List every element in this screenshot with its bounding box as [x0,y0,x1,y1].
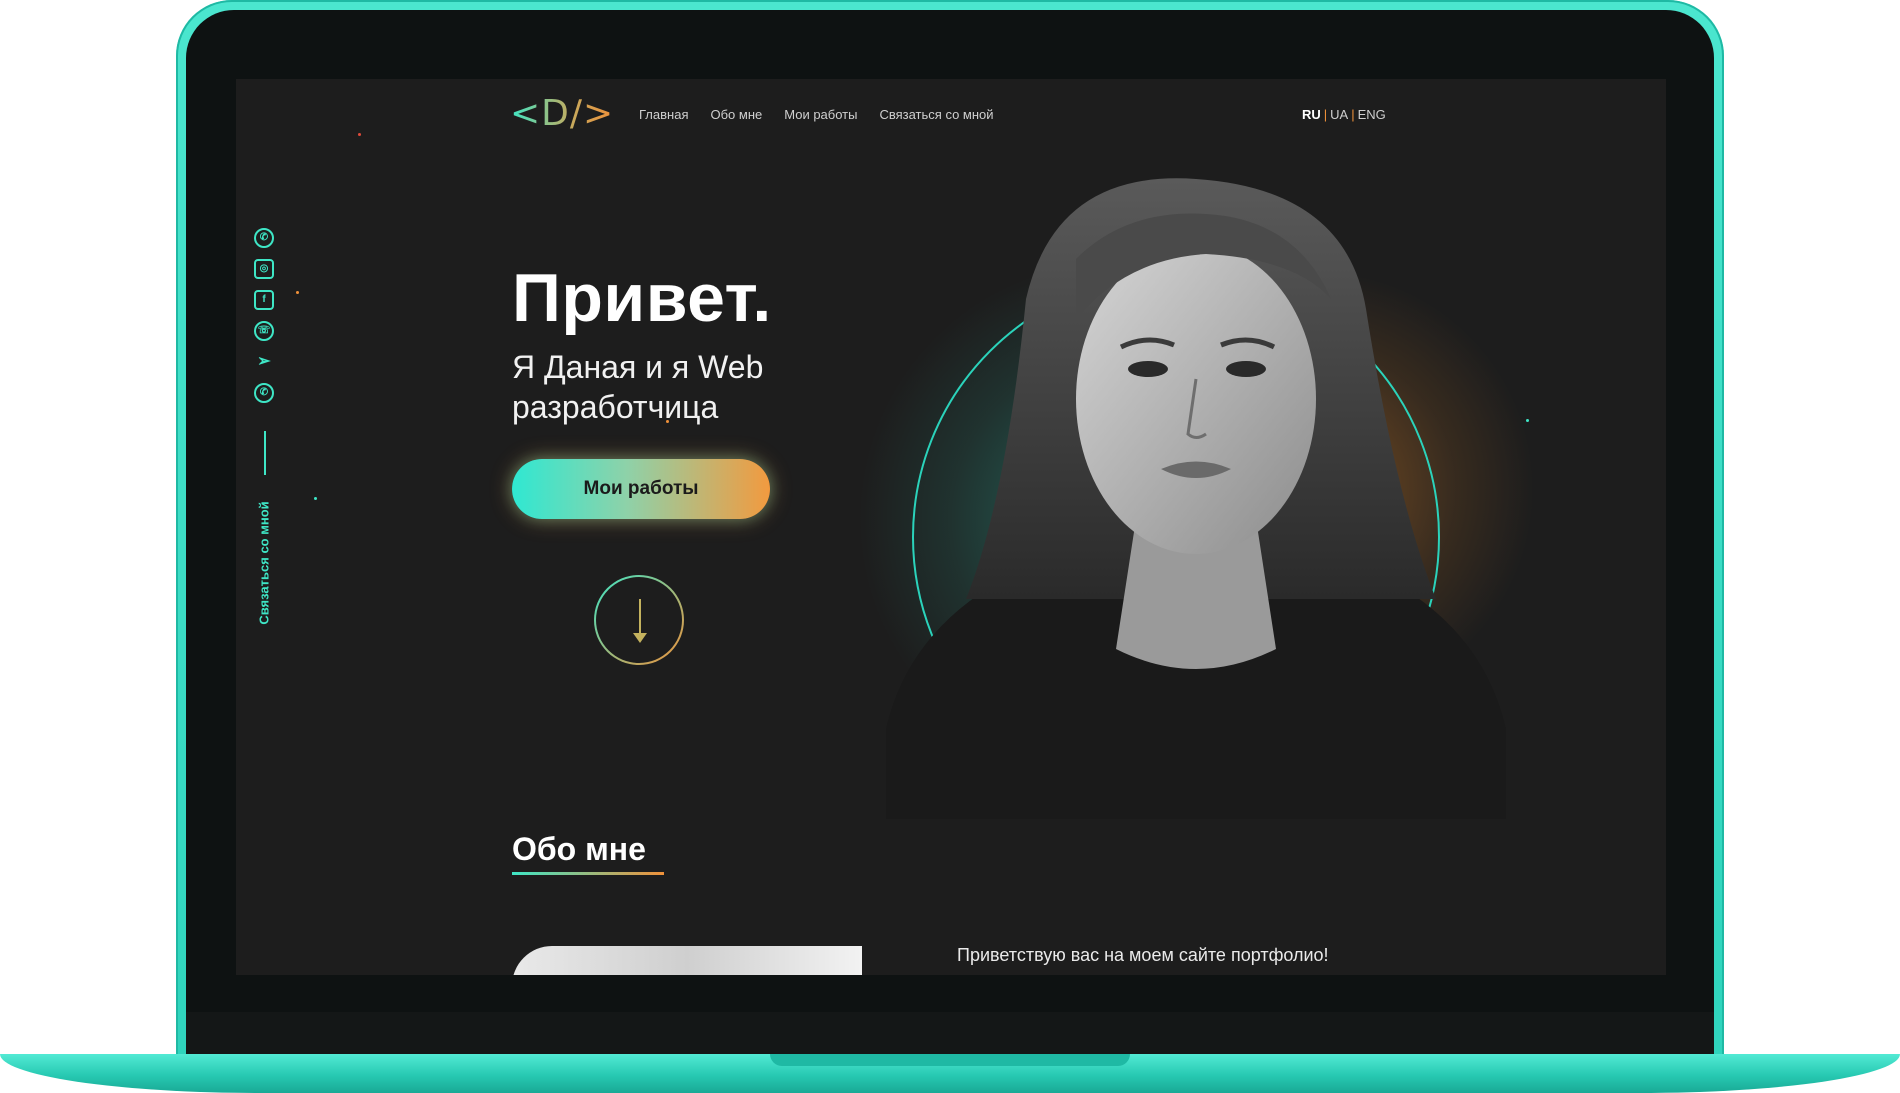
main-nav: Главная Обо мне Мои работы Связаться со … [639,107,994,122]
language-switcher: RU | UA | ENG [1302,107,1386,122]
scroll-down-button[interactable] [594,575,684,665]
portrait-photo [886,178,1506,819]
nav-link-about[interactable]: Обо мне [710,107,762,122]
decor-dot [1526,419,1529,422]
decor-dot [296,291,299,294]
about-heading-underline [512,872,664,875]
lang-ua[interactable]: UA [1330,107,1348,122]
my-works-button[interactable]: Мои работы [512,459,770,519]
lang-separator: | [1351,107,1355,122]
nav-link-works[interactable]: Мои работы [784,107,857,122]
phone-icon[interactable]: ☏ [254,321,274,341]
lang-ru[interactable]: RU [1302,107,1321,122]
instagram-icon[interactable]: ◎ [254,259,274,279]
arrow-down-icon [639,599,641,637]
social-links: ✆ ◎ f ☏ ➢ ✆ [252,228,276,403]
telegram-icon[interactable]: ➢ [254,352,274,372]
viber-icon[interactable]: ✆ [254,383,274,403]
hero-title: Привет. [512,260,772,336]
laptop-notch [770,1054,1130,1066]
facebook-icon[interactable]: f [254,290,274,310]
website-screen: <D/> Главная Обо мне Мои работы Связатьс… [236,79,1666,975]
lang-eng[interactable]: ENG [1358,107,1386,122]
hero-subtitle: Я Даная и я Web разработчица [512,349,764,425]
decor-dot [314,497,317,500]
contact-me-vertical-link[interactable]: Связаться со мной [257,501,272,624]
arrow-down-icon-head [633,633,647,643]
decor-dot [358,133,361,136]
about-photo [512,946,862,975]
whatsapp-icon[interactable]: ✆ [254,228,274,248]
sidebar-divider [264,431,266,475]
lang-separator: | [1323,107,1328,122]
nav-link-home[interactable]: Главная [639,107,688,122]
laptop-bezel-bottom [186,1012,1714,1058]
about-greeting: Приветствую вас на моем сайте портфолио! [957,945,1329,965]
nav-link-contact[interactable]: Связаться со мной [879,107,993,122]
site-logo[interactable]: <D/> [510,93,614,134]
about-heading: Обо мне [512,831,646,867]
